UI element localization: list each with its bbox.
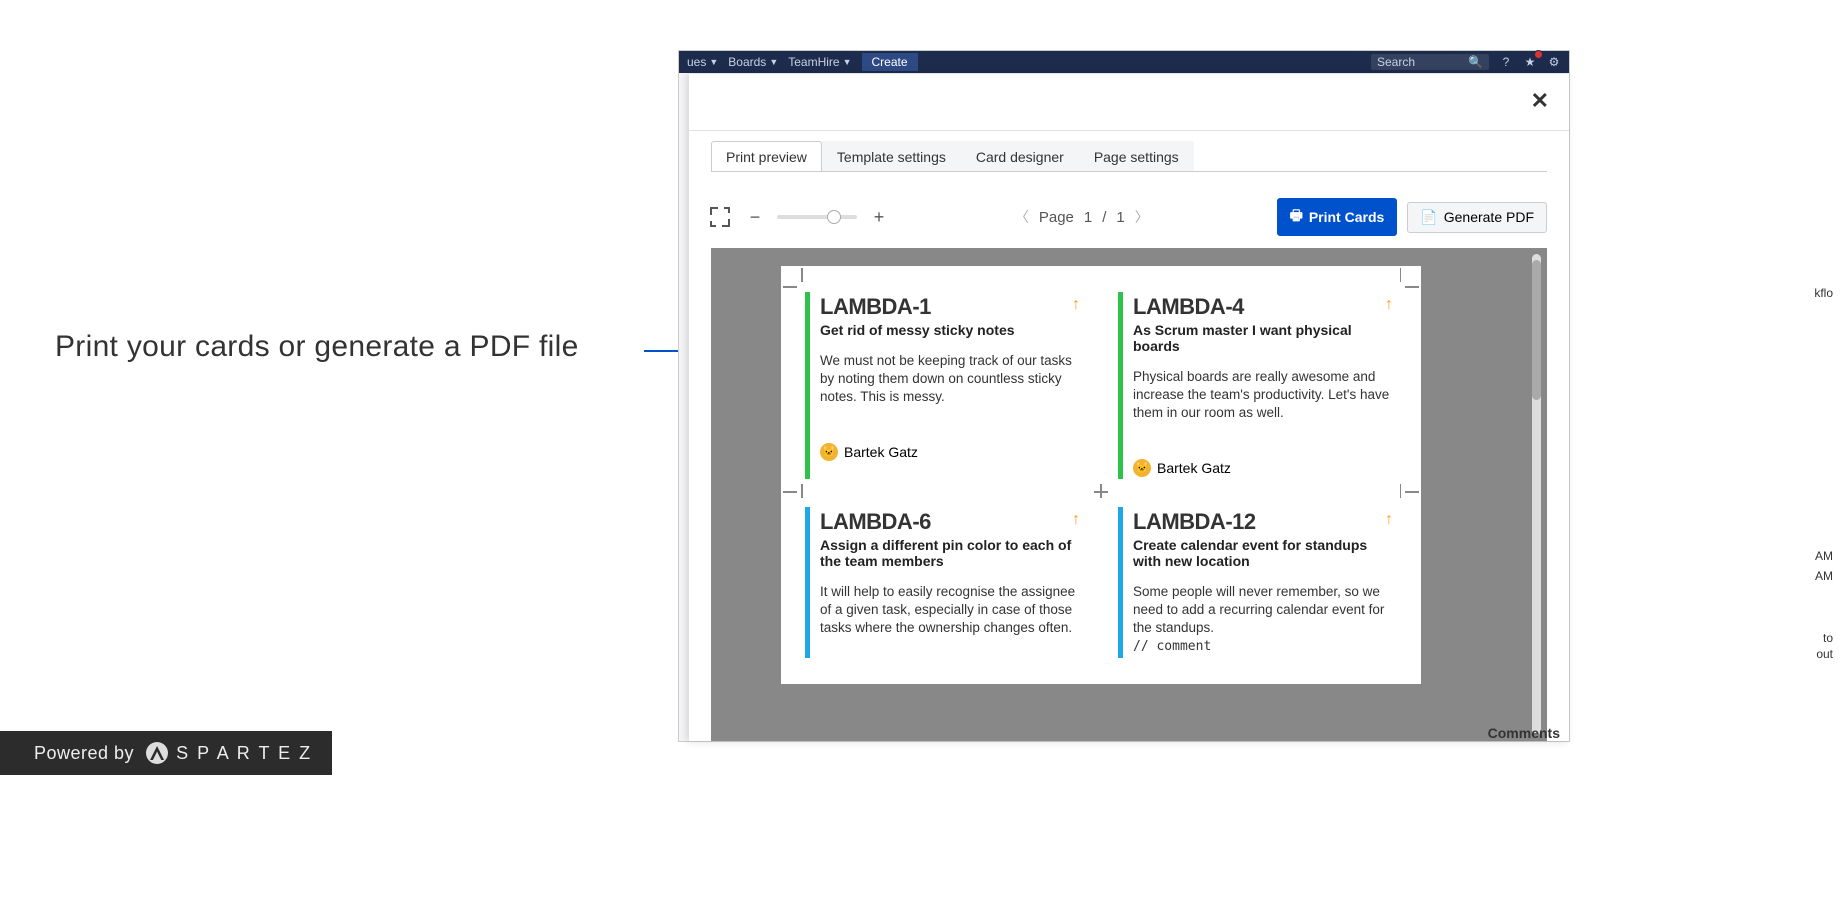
issue-description: Some people will never remember, so we n… xyxy=(1133,583,1397,656)
generate-pdf-button[interactable]: 📄 Generate PDF xyxy=(1407,202,1547,233)
crop-mark-icon xyxy=(785,270,805,290)
issue-key: LAMBDA-4 xyxy=(1133,294,1397,320)
issue-card: ↑LAMBDA-12Create calendar event for stan… xyxy=(1118,507,1397,658)
print-label: Print Cards xyxy=(1309,209,1384,225)
crop-mark-icon xyxy=(785,482,805,502)
pdf-icon: 📄 xyxy=(1420,209,1437,226)
issue-key: LAMBDA-12 xyxy=(1133,509,1397,535)
brand-name: S P A R T E Z xyxy=(176,743,312,764)
nav-item-boards[interactable]: Boards▼ xyxy=(728,55,778,69)
issue-summary: Get rid of messy sticky notes xyxy=(820,322,1084,338)
issue-summary: Assign a different pin color to each of … xyxy=(820,537,1084,569)
tab-page-settings[interactable]: Page settings xyxy=(1079,141,1194,172)
comments-heading: Comments xyxy=(1488,725,1560,741)
truncated-text: kflo xyxy=(1814,286,1833,300)
jira-topbar: ues▼ Boards▼ TeamHire▼ Create Search🔍 ? … xyxy=(679,51,1569,73)
tab-print-preview[interactable]: Print preview xyxy=(711,141,822,172)
zoom-out-button[interactable]: − xyxy=(747,207,763,228)
crop-mark-icon xyxy=(1091,482,1111,502)
fullscreen-icon[interactable] xyxy=(711,208,729,226)
truncated-text: AM xyxy=(1815,549,1833,563)
assignee: 🐱 Bartek Gatz xyxy=(820,443,1084,461)
next-page-button[interactable]: 〉 xyxy=(1135,207,1149,227)
notifications-icon[interactable]: ★ xyxy=(1523,55,1537,69)
issue-key: LAMBDA-6 xyxy=(820,509,1084,535)
nav-label: ues xyxy=(687,55,706,69)
issue-summary: Create calendar event for standups with … xyxy=(1133,537,1397,569)
issue-description: It will help to easily recognise the ass… xyxy=(820,583,1084,638)
marketing-caption: Print your cards or generate a PDF file xyxy=(55,330,579,364)
preview-sheet: ↑LAMBDA-1Get rid of messy sticky notesWe… xyxy=(781,266,1421,684)
powered-by-footer: Powered by S P A R T E Z xyxy=(0,731,332,775)
nav-item-teamhire[interactable]: TeamHire ▼ xyxy=(788,55,851,69)
issue-key: LAMBDA-1 xyxy=(820,294,1084,320)
avatar-icon: 🐱 xyxy=(820,443,838,461)
issue-card: ↑LAMBDA-6Assign a different pin color to… xyxy=(805,507,1084,658)
search-placeholder: Search xyxy=(1377,55,1415,69)
preview-scrollbar[interactable] xyxy=(1532,254,1541,735)
issue-description: Physical boards are really awesome and i… xyxy=(1133,368,1397,423)
search-icon: 🔍 xyxy=(1468,55,1483,69)
nav-label: TeamHire xyxy=(788,55,839,69)
issue-card: ↑LAMBDA-1 Get rid of messy sticky notes We… xyxy=(805,292,1084,479)
priority-up-icon: ↑ xyxy=(1385,511,1393,529)
tab-template-settings[interactable]: Template settings xyxy=(822,141,961,172)
truncated-text: out xyxy=(1816,647,1833,661)
dialog-tabs: Print preview Template settings Card des… xyxy=(711,141,1547,172)
preview-area: ↑LAMBDA-1Get rid of messy sticky notesWe… xyxy=(711,248,1547,741)
assignee-name: Bartek Gatz xyxy=(1157,460,1231,476)
priority-up-icon: ↑ xyxy=(1072,296,1080,314)
print-cards-button[interactable]: 🖶 Print Cards xyxy=(1277,198,1398,236)
zoom-slider[interactable] xyxy=(777,215,857,219)
printer-icon: 🖶 xyxy=(1290,205,1303,229)
crop-mark-icon xyxy=(1397,270,1417,290)
create-button[interactable]: Create xyxy=(862,53,918,71)
powered-by-label: Powered by xyxy=(34,743,134,764)
assignee-name: Bartek Gatz xyxy=(844,444,918,460)
issue-description: We must not be keeping track of our task… xyxy=(820,352,1084,407)
nav-label: Boards xyxy=(728,55,766,69)
assignee: 🐱 Bartek Gatz xyxy=(1133,459,1397,477)
tab-card-designer[interactable]: Card designer xyxy=(961,141,1079,172)
search-input[interactable]: Search 🔍 xyxy=(1371,54,1489,70)
issue-summary: As Scrum master I want physical boards xyxy=(1133,322,1397,354)
preview-toolbar: − + 〈 Page 1 / 1 〉 🖶 Print Cards xyxy=(711,182,1547,248)
priority-up-icon: ↑ xyxy=(1385,296,1393,314)
truncated-text: AM xyxy=(1815,569,1833,583)
callout-line xyxy=(644,350,680,352)
chevron-down-icon: ▼ xyxy=(709,57,718,67)
close-icon[interactable]: ✕ xyxy=(1531,88,1549,114)
avatar-icon: 🐱 xyxy=(1133,459,1151,477)
scrollbar-thumb[interactable] xyxy=(1532,260,1541,400)
priority-up-icon: ↑ xyxy=(1072,511,1080,529)
truncated-text: to xyxy=(1823,631,1833,645)
chevron-down-icon: ▼ xyxy=(769,57,778,67)
notification-badge xyxy=(1534,50,1543,59)
app-window: ues▼ Boards▼ TeamHire▼ Create Search🔍 ? … xyxy=(678,50,1570,742)
help-icon[interactable]: ? xyxy=(1499,55,1513,69)
chevron-down-icon: ▼ xyxy=(843,57,852,67)
code-snippet: // comment xyxy=(1133,639,1211,654)
crop-mark-icon xyxy=(1397,482,1417,502)
pdf-label: Generate PDF xyxy=(1444,209,1534,225)
nav-item-issues[interactable]: ues▼ xyxy=(687,55,718,69)
print-dialog: ✕ Print preview Template settings Card d… xyxy=(689,74,1569,741)
page-label: Page xyxy=(1039,209,1074,226)
issue-card: ↑LAMBDA-4As Scrum master I want physical… xyxy=(1118,292,1397,479)
spartez-logo-icon xyxy=(146,742,168,764)
pager: 〈 Page 1 / 1 〉 xyxy=(899,207,1265,227)
prev-page-button[interactable]: 〈 xyxy=(1015,207,1029,227)
zoom-in-button[interactable]: + xyxy=(871,207,887,228)
settings-icon[interactable]: ⚙ xyxy=(1547,55,1561,69)
page-current: 1 xyxy=(1084,209,1092,226)
zoom-slider-thumb[interactable] xyxy=(827,210,841,224)
page-total: 1 xyxy=(1116,209,1124,226)
page-sep: / xyxy=(1102,209,1106,226)
